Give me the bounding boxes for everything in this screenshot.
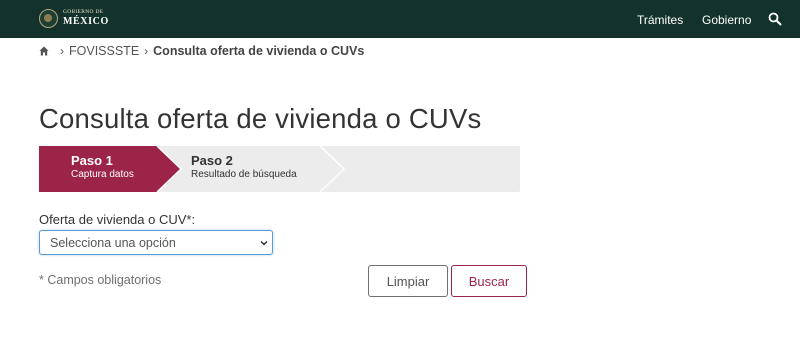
oferta-field-label: Oferta de vivienda o CUV*:: [39, 212, 196, 227]
coat-of-arms-icon: [39, 9, 58, 28]
clear-button[interactable]: Limpiar: [368, 265, 448, 297]
step-2-subtitle: Resultado de búsqueda: [191, 169, 297, 180]
breadcrumb-current: Consulta oferta de vivienda o CUVs: [153, 44, 365, 58]
search-button[interactable]: Buscar: [451, 265, 527, 297]
page-title: Consulta oferta de vivienda o CUVs: [39, 103, 482, 134]
oferta-select-value: Selecciona una opción: [50, 236, 176, 250]
logo-text-line2: MÉXICO: [63, 15, 109, 27]
step-2-title: Paso 2: [191, 153, 233, 168]
required-fields-note: * Campos obligatorios: [39, 273, 162, 287]
chevron-right-icon: ›: [144, 44, 149, 58]
oferta-select[interactable]: Selecciona una opción: [39, 230, 273, 255]
chevron-down-icon: [260, 240, 268, 246]
chevron-right-icon: ›: [60, 44, 64, 58]
step-2: Paso 2 Resultado de búsqueda: [191, 154, 297, 180]
search-icon[interactable]: [768, 12, 782, 26]
logo-text-line1: GOBIERNO DE: [63, 9, 104, 16]
nav-link-tramites[interactable]: Trámites: [637, 13, 683, 27]
top-navbar: GOBIERNO DE MÉXICO Trámites Gobierno: [0, 0, 800, 38]
gobierno-logo[interactable]: GOBIERNO DE MÉXICO: [39, 9, 109, 28]
breadcrumb-link-fovissste[interactable]: FOVISSSTE: [69, 44, 139, 58]
step-1-title: Paso 1: [71, 153, 113, 168]
step-1-subtitle: Captura datos: [71, 169, 134, 180]
home-icon[interactable]: [39, 46, 49, 56]
step-1: Paso 1 Captura datos: [71, 154, 134, 180]
nav-link-gobierno[interactable]: Gobierno: [702, 13, 751, 27]
progress-stepper: Paso 1 Captura datos Paso 2 Resultado de…: [39, 146, 520, 192]
breadcrumb: › FOVISSSTE › Consulta oferta de viviend…: [39, 44, 364, 58]
